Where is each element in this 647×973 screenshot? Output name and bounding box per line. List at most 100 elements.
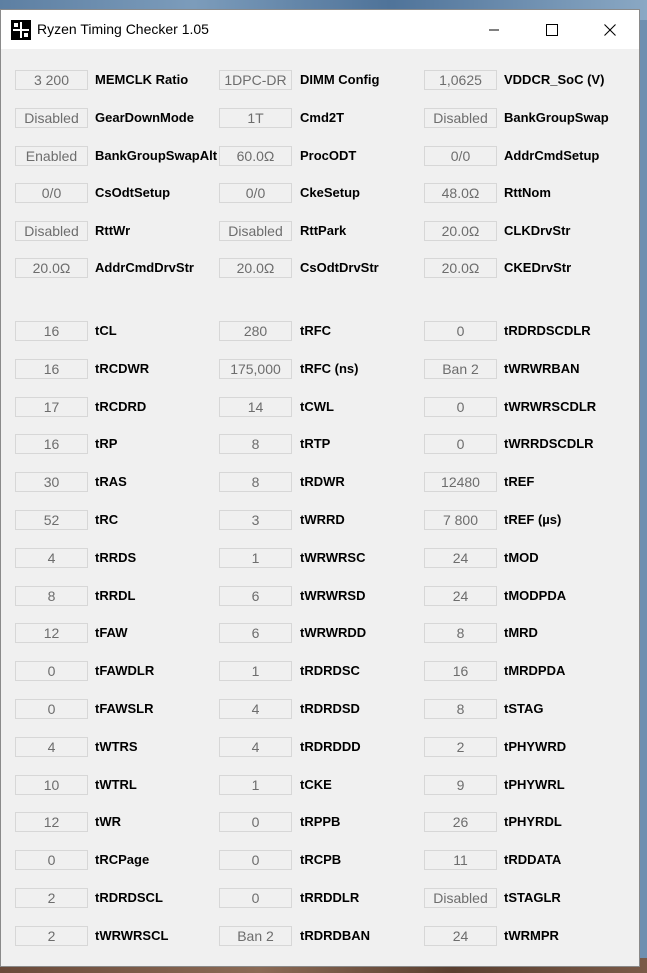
- title-bar[interactable]: Ryzen Timing Checker 1.05: [1, 10, 639, 49]
- tcl-label: tCL: [95, 323, 117, 338]
- trrdl-value-field[interactable]: 8: [15, 586, 88, 606]
- csodtsetup-value-field[interactable]: 0/0: [15, 183, 88, 203]
- twtrs-value-field[interactable]: 4: [15, 737, 88, 757]
- twrwrban-value-field[interactable]: Ban 2: [424, 359, 497, 379]
- tfawslr-value-field[interactable]: 0: [15, 699, 88, 719]
- tstaglr-value-field[interactable]: Disabled: [424, 888, 497, 908]
- tcke-label: tCKE: [300, 777, 332, 792]
- trdrdsd-value-field[interactable]: 4: [219, 699, 292, 719]
- tstaglr-label: tSTAGLR: [504, 890, 561, 905]
- twrwrscl-label: tWRWRSCL: [95, 928, 169, 943]
- trtp-label: tRTP: [300, 436, 331, 451]
- twrrd-value-field[interactable]: 3: [219, 510, 292, 530]
- maximize-button[interactable]: [529, 10, 575, 49]
- addrcmddrvstr-value-field[interactable]: 20.0Ω: [15, 258, 88, 278]
- trrdl-label: tRRDL: [95, 588, 136, 603]
- rttnom-value-field[interactable]: 48.0Ω: [424, 183, 497, 203]
- trc-value-field[interactable]: 52: [15, 510, 88, 530]
- tras-value-field[interactable]: 30: [15, 472, 88, 492]
- trfc-ns-value-field[interactable]: 175,000: [219, 359, 292, 379]
- tphyrdl-value-field[interactable]: 26: [424, 812, 497, 832]
- tfaw-value-field[interactable]: 12: [15, 623, 88, 643]
- twrrdscdlr-value-field[interactable]: 0: [424, 434, 497, 454]
- bankgroupswapalt-value-field[interactable]: Enabled: [15, 146, 88, 166]
- close-button[interactable]: [587, 10, 633, 49]
- trdrddd-value-field[interactable]: 4: [219, 737, 292, 757]
- tfawdlr-label: tFAWDLR: [95, 663, 155, 678]
- trcpb-label: tRCPB: [300, 852, 342, 867]
- trcdwr-value-field[interactable]: 16: [15, 359, 88, 379]
- tphywrl-value-field[interactable]: 9: [424, 775, 497, 795]
- rttwr-value-field[interactable]: Disabled: [15, 221, 88, 241]
- trdrdsc-value-field[interactable]: 1: [219, 661, 292, 681]
- trrddlr-value-field[interactable]: 0: [219, 888, 292, 908]
- memclk-ratio-value-field[interactable]: 3 200: [15, 70, 88, 90]
- clkdrvstr-value-field[interactable]: 20.0Ω: [424, 221, 497, 241]
- tmrdpda-value-field[interactable]: 16: [424, 661, 497, 681]
- tstag-value-field[interactable]: 8: [424, 699, 497, 719]
- tmrd-value-field[interactable]: 8: [424, 623, 497, 643]
- twrwrscdlr-label: tWRWRSCDLR: [504, 399, 597, 414]
- twrwrsc-value-field[interactable]: 1: [219, 548, 292, 568]
- trcdrd-label: tRCDRD: [95, 399, 147, 414]
- twr-label: tWR: [95, 814, 121, 829]
- twrwrban-label: tWRWRBAN: [504, 361, 580, 376]
- ckesetup-value-field[interactable]: 0/0: [219, 183, 292, 203]
- tmod-value-field[interactable]: 24: [424, 548, 497, 568]
- trppb-value-field[interactable]: 0: [219, 812, 292, 832]
- trfc-label: tRFC: [300, 323, 332, 338]
- twrwrdd-value-field[interactable]: 6: [219, 623, 292, 643]
- trdrdban-value-field[interactable]: Ban 2: [219, 926, 292, 946]
- tcwl-value-field[interactable]: 14: [219, 397, 292, 417]
- trdrdscl-value-field[interactable]: 2: [15, 888, 88, 908]
- trp-value-field[interactable]: 16: [15, 434, 88, 454]
- trdrdsc-label: tRDRDSC: [300, 663, 360, 678]
- trdwr-value-field[interactable]: 8: [219, 472, 292, 492]
- addrcmdsetup-value-field[interactable]: 0/0: [424, 146, 497, 166]
- trcdwr-label: tRCDWR: [95, 361, 150, 376]
- tref-s-label: tREF (µs): [504, 512, 562, 527]
- ckedrvstr-value-field[interactable]: 20.0Ω: [424, 258, 497, 278]
- rttpark-value-field[interactable]: Disabled: [219, 221, 292, 241]
- trcpage-value-field[interactable]: 0: [15, 850, 88, 870]
- trcdrd-value-field[interactable]: 17: [15, 397, 88, 417]
- csodtdrvstr-value-field[interactable]: 20.0Ω: [219, 258, 292, 278]
- twrwrsd-value-field[interactable]: 6: [219, 586, 292, 606]
- tmodpda-label: tMODPDA: [504, 588, 567, 603]
- trcpb-value-field[interactable]: 0: [219, 850, 292, 870]
- cmd2t-label: Cmd2T: [300, 110, 345, 125]
- tfawdlr-value-field[interactable]: 0: [15, 661, 88, 681]
- twrwrscl-value-field[interactable]: 2: [15, 926, 88, 946]
- addrcmdsetup-label: AddrCmdSetup: [504, 148, 600, 163]
- tphywrd-value-field[interactable]: 2: [424, 737, 497, 757]
- geardownmode-value-field[interactable]: Disabled: [15, 108, 88, 128]
- tmodpda-value-field[interactable]: 24: [424, 586, 497, 606]
- tref-value-field[interactable]: 12480: [424, 472, 497, 492]
- minimize-button[interactable]: [471, 10, 517, 49]
- trddata-value-field[interactable]: 11: [424, 850, 497, 870]
- rttpark-label: RttPark: [300, 223, 347, 238]
- memclk-ratio-label: MEMCLK Ratio: [95, 72, 189, 87]
- twrwrscdlr-value-field[interactable]: 0: [424, 397, 497, 417]
- csodtsetup-label: CsOdtSetup: [95, 185, 171, 200]
- dimm-config-value-field[interactable]: 1DPC-DR: [219, 70, 292, 90]
- tmrd-label: tMRD: [504, 625, 538, 640]
- vddcr-soc-v-value-field[interactable]: 1,0625: [424, 70, 497, 90]
- twrmpr-value-field[interactable]: 24: [424, 926, 497, 946]
- bankgroupswap-value-field[interactable]: Disabled: [424, 108, 497, 128]
- cmd2t-value-field[interactable]: 1T: [219, 108, 292, 128]
- procodt-value-field[interactable]: 60.0Ω: [219, 146, 292, 166]
- trrds-value-field[interactable]: 4: [15, 548, 88, 568]
- bankgroupswapalt-label: BankGroupSwapAlt: [95, 148, 218, 163]
- trfc-value-field[interactable]: 280: [219, 321, 292, 341]
- tcke-value-field[interactable]: 1: [219, 775, 292, 795]
- twtrs-label: tWTRS: [95, 739, 138, 754]
- trdrdscl-label: tRDRDSCL: [95, 890, 163, 905]
- twrmpr-label: tWRMPR: [504, 928, 559, 943]
- twr-value-field[interactable]: 12: [15, 812, 88, 832]
- tcl-value-field[interactable]: 16: [15, 321, 88, 341]
- tref-s-value-field[interactable]: 7 800: [424, 510, 497, 530]
- twtrl-value-field[interactable]: 10: [15, 775, 88, 795]
- trdrdscdlr-value-field[interactable]: 0: [424, 321, 497, 341]
- trtp-value-field[interactable]: 8: [219, 434, 292, 454]
